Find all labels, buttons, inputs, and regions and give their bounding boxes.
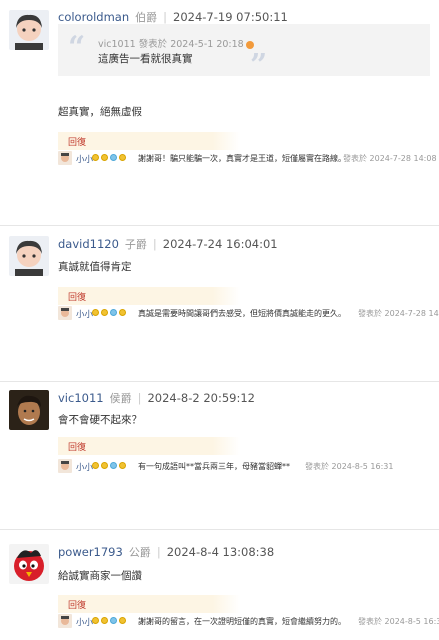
- quote-open-icon: “: [68, 30, 86, 65]
- reply-text: 謝謝哥！騙只能騙一次，真實才是王道，短僅屬實在路線。: [138, 154, 346, 163]
- reply-time: 發表於 2024-8-5 16:35: [358, 617, 439, 626]
- medal-icon: [92, 309, 99, 316]
- reply-row: 小小 謝謝哥！騙只能騙一次，真實才是王道，短僅屬實在路線。 發表於 2024-7…: [58, 151, 437, 167]
- quote-close-icon: ”: [250, 48, 268, 83]
- post-item: coloroldman 伯爵 | 2024-7-19 07:50:11 “ ” vic…: [0, 0, 439, 226]
- reply-avatar[interactable]: [58, 151, 72, 165]
- reply-avatar[interactable]: [58, 306, 72, 320]
- medal-icon: [92, 617, 99, 624]
- medal-icons: [92, 154, 128, 163]
- reply-time: 發表於 2024-8-5 16:31: [305, 462, 394, 471]
- post-body: 超真實，絕無虛假: [58, 106, 142, 118]
- quote-block: “ ” vic1011 發表於 2024-5-1 20:18 這廣告一看就很真實: [58, 24, 430, 83]
- reply-text: 謝謝哥的留言，在一次證明短僅的真實，短會繼續努力的。: [138, 617, 346, 626]
- medal-icons: [92, 309, 128, 318]
- post-body: 會不會硬不起來？: [58, 414, 142, 426]
- separator: |: [152, 237, 157, 251]
- username-link[interactable]: power1793: [58, 545, 123, 559]
- reply-username[interactable]: 小小: [76, 461, 93, 473]
- reply-row: 小小 謝謝哥的留言，在一次證明短僅的真實，短會繼續努力的。 發表於 2024-8…: [58, 614, 439, 630]
- post-item: vic1011 侯爵 | 2024-8-2 20:59:12 會不會硬不起來？ 回復 …: [0, 382, 439, 530]
- medal-icon: [101, 309, 108, 316]
- reply-text: 真誠是需要時間讓哥們去感受，但短將價真誠能走的更久。: [138, 309, 346, 318]
- reply-tab-label: 回復: [68, 138, 87, 148]
- post-header: coloroldman 伯爵 | 2024-7-19 07:50:11: [58, 9, 288, 25]
- post-time: 2024-8-2 20:59:12: [147, 391, 255, 405]
- separator: |: [163, 10, 168, 24]
- medal-icon: [119, 462, 126, 469]
- reply-tab-label: 回復: [68, 443, 87, 453]
- reply-username[interactable]: 小小: [76, 308, 93, 320]
- medal-icons: [92, 462, 128, 471]
- avatar[interactable]: [9, 544, 49, 584]
- reply-avatar[interactable]: [58, 614, 72, 628]
- reply-username[interactable]: 小小: [76, 616, 93, 628]
- reply-row: 小小 有一句成語叫**當兵兩三年，母豬當貂蟬** 發表於 2024-8-5 16…: [58, 459, 434, 475]
- reply-row: 小小 真誠是需要時間讓哥們去感受，但短將價真誠能走的更久。 發表於 2024-7…: [58, 306, 439, 322]
- reply-username[interactable]: 小小: [76, 153, 93, 165]
- post-body: 給誠實商家一個讚: [58, 570, 142, 582]
- snowflake-icon: [110, 309, 117, 316]
- username-link[interactable]: vic1011: [58, 391, 104, 405]
- user-rank: 公爵: [128, 546, 151, 559]
- avatar[interactable]: [9, 10, 49, 50]
- snowflake-icon: [110, 617, 117, 624]
- reply-text: 有一句成語叫**當兵兩三年，母豬當貂蟬**: [138, 462, 290, 471]
- reply-tab[interactable]: 回復: [58, 287, 240, 305]
- reply-time: 發表於 2024-7-28 14:08: [343, 154, 437, 163]
- separator: |: [156, 545, 161, 559]
- medal-icon: [101, 462, 108, 469]
- post-header: power1793 公爵 | 2024-8-4 13:08:38: [58, 544, 274, 560]
- post-item: power1793 公爵 | 2024-8-4 13:08:38 給誠實商家一個讚 回…: [0, 530, 439, 640]
- post-time: 2024-7-24 16:04:01: [162, 237, 278, 251]
- quote-text: 這廣告一看就很真實: [98, 53, 193, 65]
- medal-icon: [119, 309, 126, 316]
- jump-to-post-icon[interactable]: [245, 40, 254, 49]
- username-link[interactable]: coloroldman: [58, 10, 129, 24]
- medal-icons: [92, 617, 128, 626]
- medal-icon: [119, 154, 126, 161]
- reply-avatar[interactable]: [58, 459, 72, 473]
- post-time: 2024-8-4 13:08:38: [166, 545, 275, 559]
- user-rank: 侯爵: [109, 392, 132, 405]
- reply-tab[interactable]: 回復: [58, 132, 240, 150]
- reply-tab[interactable]: 回復: [58, 437, 240, 455]
- avatar[interactable]: [9, 390, 49, 430]
- medal-icon: [101, 154, 108, 161]
- reply-time: 發表於 2024-7-28 14:06: [358, 309, 439, 318]
- username-link[interactable]: david1120: [58, 237, 119, 251]
- snowflake-icon: [110, 462, 117, 469]
- post-header: vic1011 侯爵 | 2024-8-2 20:59:12: [58, 390, 255, 406]
- medal-icon: [119, 617, 126, 624]
- separator: |: [137, 391, 142, 405]
- user-rank: 伯爵: [135, 11, 158, 24]
- reply-tab[interactable]: 回復: [58, 595, 240, 613]
- quote-meta: vic1011 發表於 2024-5-1 20:18: [98, 36, 254, 50]
- medal-icon: [92, 154, 99, 161]
- reply-tab-label: 回復: [68, 601, 87, 611]
- medal-icon: [101, 617, 108, 624]
- quote-meta-text: vic1011 發表於 2024-5-1 20:18: [98, 39, 244, 50]
- post-body: 真誠就值得肯定: [58, 261, 132, 273]
- reply-tab-label: 回復: [68, 293, 87, 303]
- avatar[interactable]: [9, 236, 49, 276]
- post-header: david1120 子爵 | 2024-7-24 16:04:01: [58, 236, 278, 252]
- medal-icon: [92, 462, 99, 469]
- post-item: david1120 子爵 | 2024-7-24 16:04:01 真誠就值得肯定 回…: [0, 226, 439, 382]
- post-time: 2024-7-19 07:50:11: [173, 10, 288, 24]
- user-rank: 子爵: [124, 238, 147, 251]
- snowflake-icon: [110, 154, 117, 161]
